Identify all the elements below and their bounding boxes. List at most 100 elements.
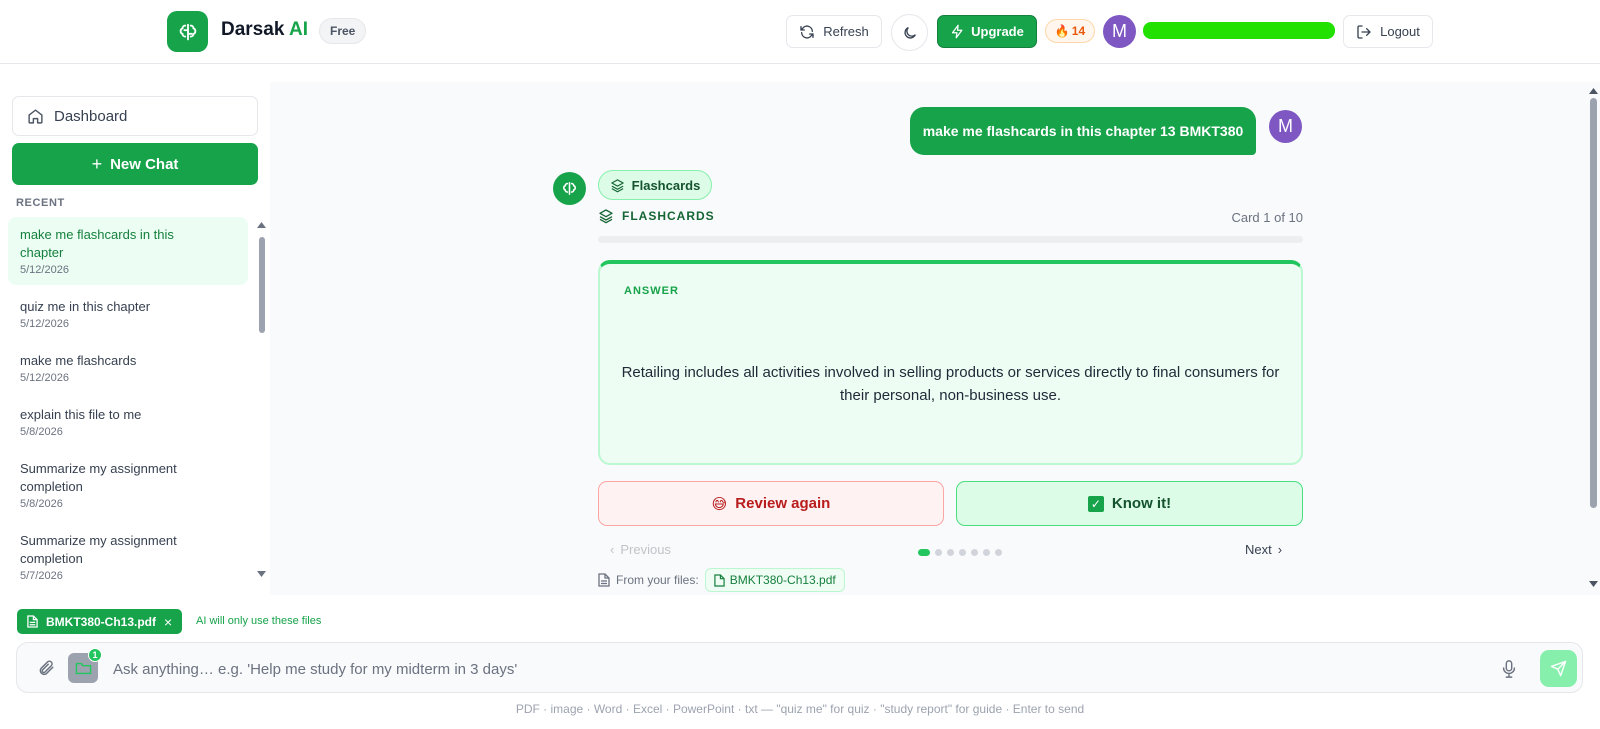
streak-count: 14 — [1071, 24, 1086, 38]
folder-count-badge: 1 — [88, 648, 102, 662]
moon-icon — [903, 26, 916, 39]
recent-chat-date: 5/12/2026 — [20, 264, 69, 276]
flashcards-mode-chip: Flashcards — [598, 170, 712, 200]
source-files: From your files: BMKT380-Ch13.pdf — [598, 568, 845, 592]
flashcard-progress-bar — [598, 236, 1303, 243]
recent-chat-item[interactable]: quiz me in this chapter 5/12/2026 — [8, 289, 248, 339]
card-answer-text: Retailing includes all activities involv… — [621, 364, 1280, 404]
from-files-label: From your files: — [616, 573, 699, 587]
pagination-dot[interactable] — [983, 549, 990, 556]
folder-icon — [75, 662, 91, 674]
new-chat-label: New Chat — [110, 155, 179, 173]
send-icon — [1550, 660, 1567, 677]
previous-label: Previous — [620, 542, 671, 557]
theme-toggle-button[interactable] — [891, 14, 928, 51]
send-button[interactable] — [1540, 650, 1577, 687]
composer-hint: PDF · image · Word · Excel · PowerPoint … — [515, 702, 1085, 716]
pagination-dot[interactable] — [971, 549, 978, 556]
close-icon[interactable]: × — [164, 614, 172, 630]
new-chat-button[interactable]: + New Chat — [12, 143, 258, 185]
brain-logo-icon[interactable] — [167, 11, 208, 52]
source-file-chip[interactable]: BMKT380-Ch13.pdf — [704, 568, 845, 592]
recent-chat-date: 5/12/2026 — [20, 318, 69, 330]
flashcards-header: FLASHCARDS — [598, 208, 715, 224]
flashcard[interactable]: ANSWER Retailing includes all activities… — [598, 260, 1303, 465]
recent-chat-title: make me flashcards in this chapter — [20, 227, 174, 260]
upgrade-button[interactable]: Upgrade — [937, 15, 1037, 48]
mode-chip-label: Flashcards — [631, 177, 701, 193]
user-message-avatar: M — [1269, 110, 1302, 143]
recent-chat-item[interactable]: explain this file to me 5/8/2026 — [8, 397, 248, 447]
plan-badge: Free — [319, 18, 367, 44]
user-avatar[interactable]: M — [1103, 15, 1136, 48]
recent-chat-title: Summarize my assignment completion — [20, 461, 177, 494]
brand-suffix: AI — [288, 19, 308, 40]
upgrade-label: Upgrade — [971, 24, 1024, 39]
paperclip-icon[interactable] — [37, 658, 55, 678]
composer: BMKT380-Ch13.pdf × AI will only use thes… — [0, 595, 1600, 729]
top-bar: Darsak AI Free Refresh Upgrade 🔥 14 M Lo… — [0, 0, 1600, 64]
chat-scroll-down-icon[interactable] — [1589, 581, 1598, 587]
document-icon — [598, 573, 610, 587]
refresh-button[interactable]: Refresh — [786, 15, 882, 48]
recent-chat-date: 5/8/2026 — [20, 498, 63, 510]
chat-scroll-up-icon[interactable] — [1589, 88, 1598, 94]
recent-chat-item[interactable]: Summarize my assignment completion 5/8/2… — [8, 451, 248, 519]
card-side-label: ANSWER — [624, 285, 679, 297]
logout-label: Logout — [1380, 24, 1420, 39]
scroll-down-arrow-icon[interactable] — [257, 571, 266, 577]
logout-button[interactable]: Logout — [1343, 15, 1433, 48]
attached-file-name: BMKT380-Ch13.pdf — [46, 614, 157, 629]
card-counter: Card 1 of 10 — [1231, 210, 1303, 225]
recent-chat-item[interactable]: Summarize my assignment completion 5/7/2… — [8, 523, 248, 591]
next-card-button[interactable]: Next › — [1245, 542, 1282, 557]
next-label: Next — [1245, 542, 1272, 557]
dashboard-link[interactable]: Dashboard — [12, 96, 258, 136]
microphone-icon[interactable] — [1502, 660, 1516, 678]
pagination-dot-active[interactable] — [918, 549, 930, 556]
file-icon — [714, 573, 725, 587]
know-it-button[interactable]: ✓ Know it! — [956, 481, 1303, 526]
grimace-emoji-icon: 😅 — [711, 495, 728, 513]
recent-chat-date: 5/7/2026 — [20, 570, 63, 582]
user-message: make me flashcards in this chapter 13 BM… — [910, 107, 1256, 155]
recent-chat-item[interactable]: make me flashcards 5/12/2026 — [8, 343, 248, 393]
chat-area: make me flashcards in this chapter 13 BM… — [270, 82, 1600, 595]
redacted-username — [1143, 22, 1335, 39]
recent-chat-title: quiz me in this chapter — [20, 299, 151, 314]
sidebar-scrollbar-thumb[interactable] — [259, 237, 265, 333]
message-input-bar: 1 — [16, 642, 1583, 693]
streak-badge: 🔥 14 — [1045, 19, 1095, 43]
recent-heading: RECENT — [16, 197, 65, 209]
pagination-dot[interactable] — [959, 549, 966, 556]
attached-file-chip[interactable]: BMKT380-Ch13.pdf × — [17, 609, 183, 634]
layers-icon — [599, 209, 613, 224]
recent-chat-title: explain this file to me — [20, 407, 142, 422]
attached-files-note: AI will only use these files — [196, 615, 322, 627]
pagination-dot[interactable] — [935, 549, 942, 556]
assistant-avatar — [553, 172, 586, 205]
know-it-label: Know it! — [1111, 495, 1172, 512]
lightning-icon — [952, 24, 963, 39]
brand-text: Darsak — [221, 19, 285, 40]
pagination-dot[interactable] — [995, 549, 1002, 556]
logout-icon — [1357, 24, 1372, 39]
recent-chat-title: make me flashcards — [20, 353, 137, 368]
fire-icon: 🔥 — [1054, 24, 1070, 38]
dashboard-label: Dashboard — [54, 107, 128, 125]
flashcards-title: FLASHCARDS — [622, 209, 715, 223]
checkmark-icon: ✓ — [1087, 495, 1104, 512]
message-input[interactable] — [113, 658, 1353, 680]
file-icon — [27, 615, 38, 628]
previous-card-button[interactable]: ‹ Previous — [610, 542, 671, 557]
review-again-button[interactable]: 😅 Review again — [598, 481, 944, 526]
home-icon — [28, 108, 43, 124]
recent-chat-item[interactable]: make me flashcards in this chapter 5/12/… — [8, 217, 248, 285]
refresh-label: Refresh — [823, 24, 869, 39]
layers-icon — [610, 178, 624, 192]
brain-icon — [563, 182, 576, 195]
scroll-up-arrow-icon[interactable] — [257, 222, 266, 228]
sidebar: Dashboard + New Chat RECENT make me flas… — [0, 82, 270, 595]
chat-scrollbar-thumb[interactable] — [1590, 98, 1597, 508]
pagination-dot[interactable] — [947, 549, 954, 556]
